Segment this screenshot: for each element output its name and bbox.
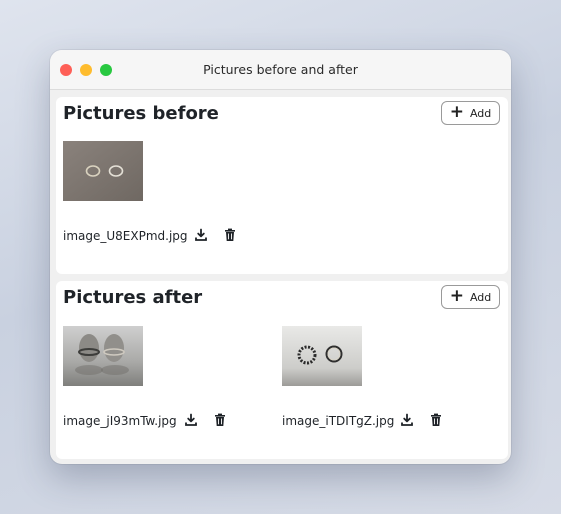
plus-icon: + xyxy=(449,285,464,306)
image-thumbnail[interactable] xyxy=(63,141,143,201)
image-thumbnail[interactable] xyxy=(282,326,362,386)
image-card: image_jI93mTw.jpg xyxy=(63,326,263,436)
section-title: Pictures after xyxy=(63,287,203,308)
title-bar: Pictures before and after xyxy=(50,50,511,90)
pictures-before-section: Pictures before + Add image_U8EXPmd.jpg xyxy=(56,97,508,274)
trash-icon[interactable] xyxy=(212,412,228,428)
window-title: Pictures before and after xyxy=(203,62,358,77)
plus-icon: + xyxy=(449,101,464,122)
add-after-button[interactable]: + Add xyxy=(441,285,500,309)
download-icon[interactable] xyxy=(399,412,415,428)
section-title: Pictures before xyxy=(63,103,219,124)
app-window: Pictures before and after Pictures befor… xyxy=(50,50,511,464)
image-filename: image_jI93mTw.jpg xyxy=(63,414,177,428)
pictures-after-section: Pictures after + Add image_jI93mTw.jpg i… xyxy=(56,281,508,459)
add-button-label: Add xyxy=(469,290,492,304)
download-icon[interactable] xyxy=(183,412,199,428)
image-card: image_iTDITgZ.jpg xyxy=(282,326,492,436)
image-filename: image_iTDITgZ.jpg xyxy=(282,414,395,428)
trash-icon[interactable] xyxy=(428,412,444,428)
trash-icon[interactable] xyxy=(222,227,238,243)
image-card: image_U8EXPmd.jpg xyxy=(63,141,263,251)
add-button-label: Add xyxy=(469,106,492,120)
add-before-button[interactable]: + Add xyxy=(441,101,500,125)
image-filename: image_U8EXPmd.jpg xyxy=(63,229,188,243)
download-icon[interactable] xyxy=(193,227,209,243)
image-thumbnail[interactable] xyxy=(63,326,143,386)
